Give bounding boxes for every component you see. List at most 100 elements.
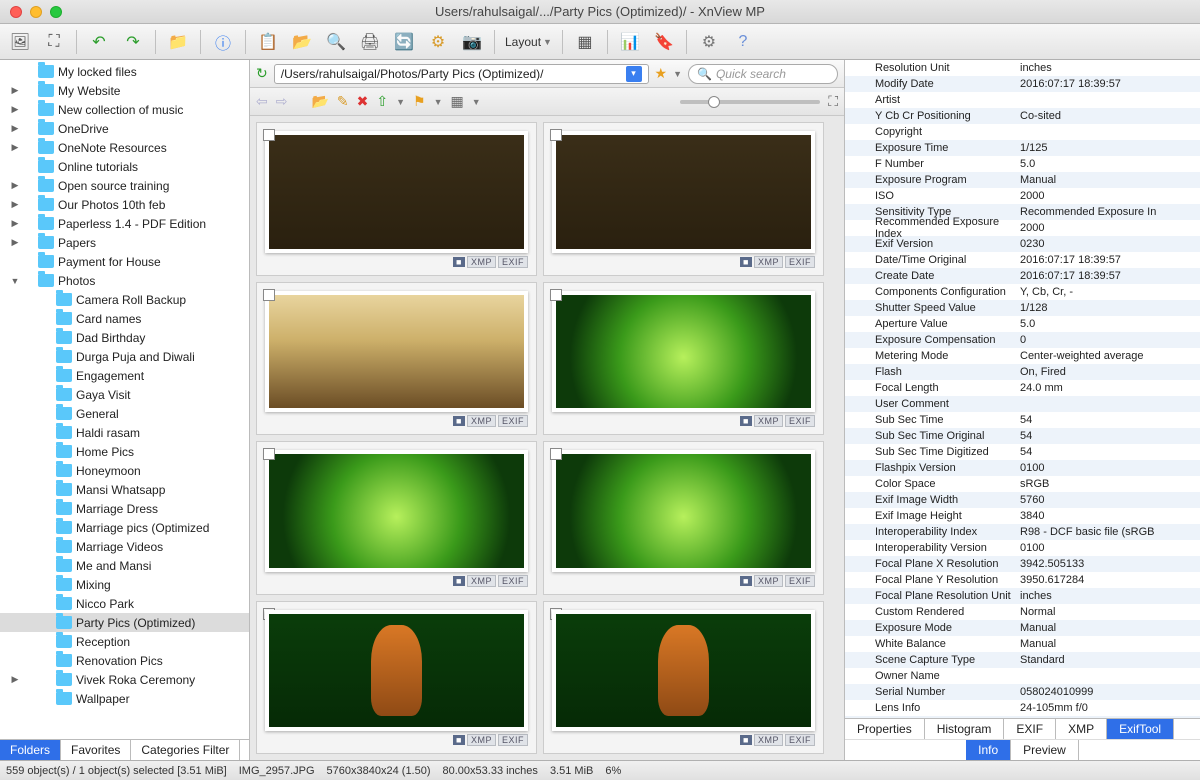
thumb-checkbox[interactable] (550, 129, 562, 141)
tag-caret-icon[interactable]: ▼ (396, 97, 405, 107)
thumbnail[interactable]: ■XMPEXIF (543, 441, 824, 595)
back-icon[interactable]: ⇦ (256, 93, 268, 110)
exif-row[interactable]: Custom RenderedNormal (845, 604, 1200, 620)
sidebar-tab[interactable]: Categories Filter (131, 740, 240, 760)
tree-item[interactable]: Mansi Whatsapp (0, 480, 249, 499)
tree-item[interactable]: ▶Open source training (0, 176, 249, 195)
exif-row[interactable]: Owner Name (845, 668, 1200, 684)
exif-row[interactable]: Components ConfigurationY, Cb, Cr, - (845, 284, 1200, 300)
tag-up-icon[interactable]: ⇧ (376, 93, 388, 110)
tree-item[interactable]: General (0, 404, 249, 423)
tree-item[interactable]: ▶OneDrive (0, 119, 249, 138)
info-subtab[interactable]: Preview (1011, 740, 1079, 760)
thumb-checkbox[interactable] (550, 289, 562, 301)
tree-item[interactable]: Gaya Visit (0, 385, 249, 404)
tree-item[interactable]: Engagement (0, 366, 249, 385)
exif-row[interactable]: Interoperability Version0100 (845, 540, 1200, 556)
tree-item[interactable]: Online tutorials (0, 157, 249, 176)
thumbnail[interactable]: ■XMPEXIF (256, 122, 537, 276)
tree-item[interactable]: Dad Birthday (0, 328, 249, 347)
exif-row[interactable]: Focal Plane Resolution Unitinches (845, 588, 1200, 604)
rename-icon[interactable]: ✎ (337, 93, 349, 110)
sidebar-tab[interactable]: Folders (0, 740, 61, 760)
exif-row[interactable]: Exposure ProgramManual (845, 172, 1200, 188)
tree-item[interactable]: ▶OneNote Resources (0, 138, 249, 157)
exif-row[interactable]: Create Date2016:07:17 18:39:57 (845, 268, 1200, 284)
capture-icon[interactable]: 📷 (460, 30, 484, 54)
exif-row[interactable]: Recommended Exposure Index2000 (845, 220, 1200, 236)
open-folder-icon[interactable]: 📂 (311, 93, 328, 110)
expand-icon[interactable]: ▶ (8, 85, 22, 96)
expand-icon[interactable]: ▼ (8, 276, 22, 286)
exif-row[interactable]: Interoperability IndexR98 - DCF basic fi… (845, 524, 1200, 540)
exif-row[interactable]: Exif Image Width5760 (845, 492, 1200, 508)
exif-row[interactable]: Shutter Speed Value1/128 (845, 300, 1200, 316)
grid-caret-icon[interactable]: ▼ (472, 97, 481, 107)
convert-icon[interactable]: 🔄 (392, 30, 416, 54)
exif-row[interactable]: Color SpacesRGB (845, 476, 1200, 492)
thumbnails-icon[interactable]: ▦ (573, 30, 597, 54)
exif-row[interactable]: ISO2000 (845, 188, 1200, 204)
filter-icon[interactable]: 🔖 (652, 30, 676, 54)
expand-icon[interactable]: ▶ (8, 123, 22, 134)
path-input[interactable]: /Users/rahulsaigal/Photos/Party Pics (Op… (274, 64, 649, 84)
tree-item[interactable]: ▶Paperless 1.4 - PDF Edition (0, 214, 249, 233)
thumbnail[interactable]: ■XMPEXIF (543, 282, 824, 436)
up-folder-icon[interactable]: 📁 (166, 30, 190, 54)
exif-row[interactable]: Sub Sec Time Digitized54 (845, 444, 1200, 460)
tree-item[interactable]: ▶Vivek Roka Ceremony (0, 670, 249, 689)
folder-tree[interactable]: My locked files▶My Website▶New collectio… (0, 60, 249, 739)
thumbnail[interactable]: ■XMPEXIF (256, 601, 537, 755)
tree-item[interactable]: Marriage pics (Optimized (0, 518, 249, 537)
exif-row[interactable]: User Comment (845, 396, 1200, 412)
reload-icon[interactable]: ↻ (256, 65, 268, 82)
tree-item[interactable]: Home Pics (0, 442, 249, 461)
zoom-slider[interactable] (680, 100, 820, 104)
expand-icon[interactable]: ▶ (8, 218, 22, 229)
exif-row[interactable]: Aperture Value5.0 (845, 316, 1200, 332)
exif-row[interactable]: Sub Sec Time54 (845, 412, 1200, 428)
exif-row[interactable]: Flashpix Version0100 (845, 460, 1200, 476)
thumbnail[interactable]: ■XMPEXIF (543, 601, 824, 755)
flag-caret-icon[interactable]: ▼ (434, 97, 443, 107)
tree-item[interactable]: Me and Mansi (0, 556, 249, 575)
exif-row[interactable]: FlashOn, Fired (845, 364, 1200, 380)
grid-icon[interactable]: ▦ (451, 93, 464, 110)
exif-row[interactable]: Artist (845, 92, 1200, 108)
print-icon[interactable]: 🖨 (358, 30, 382, 54)
tree-item[interactable]: ▼Photos (0, 271, 249, 290)
fullscreen-icon[interactable]: ⛶ (42, 30, 66, 54)
exif-row[interactable]: F Number5.0 (845, 156, 1200, 172)
info-tab[interactable]: Properties (845, 719, 925, 739)
info-subtab[interactable]: Info (966, 740, 1011, 760)
expand-icon[interactable]: ▶ (8, 237, 22, 248)
exif-row[interactable]: Focal Plane X Resolution3942.505133 (845, 556, 1200, 572)
search-icon[interactable]: 🔍 (324, 30, 348, 54)
browse-icon[interactable]: 🖼 (8, 30, 32, 54)
thumbnail[interactable]: ■XMPEXIF (256, 282, 537, 436)
tree-item[interactable]: Party Pics (Optimized) (0, 613, 249, 632)
exif-row[interactable]: Exposure Compensation0 (845, 332, 1200, 348)
info-tab[interactable]: Histogram (925, 719, 1005, 739)
exif-row[interactable]: Sub Sec Time Original54 (845, 428, 1200, 444)
exif-row[interactable]: Exposure Time1/125 (845, 140, 1200, 156)
tree-item[interactable]: Marriage Dress (0, 499, 249, 518)
expand-icon[interactable]: ▶ (8, 199, 22, 210)
tree-item[interactable]: Haldi rasam (0, 423, 249, 442)
tree-item[interactable]: Card names (0, 309, 249, 328)
tree-item[interactable]: ▶My Website (0, 81, 249, 100)
thumb-checkbox[interactable] (263, 129, 275, 141)
exif-row[interactable]: Exif Version0230 (845, 236, 1200, 252)
favorite-icon[interactable]: ★ (655, 65, 668, 82)
exif-list[interactable]: Resolution UnitinchesModify Date2016:07:… (845, 60, 1200, 718)
exif-row[interactable]: Exif Image Height3840 (845, 508, 1200, 524)
exif-row[interactable]: Metering ModeCenter-weighted average (845, 348, 1200, 364)
expand-icon[interactable]: ▶ (8, 104, 22, 115)
tree-item[interactable]: Wallpaper (0, 689, 249, 708)
tree-item[interactable]: Payment for House (0, 252, 249, 271)
thumbnail[interactable]: ■XMPEXIF (256, 441, 537, 595)
undo-icon[interactable]: ↶ (87, 30, 111, 54)
exif-row[interactable]: Modify Date2016:07:17 18:39:57 (845, 76, 1200, 92)
tree-item[interactable]: Nicco Park (0, 594, 249, 613)
tree-item[interactable]: Honeymoon (0, 461, 249, 480)
